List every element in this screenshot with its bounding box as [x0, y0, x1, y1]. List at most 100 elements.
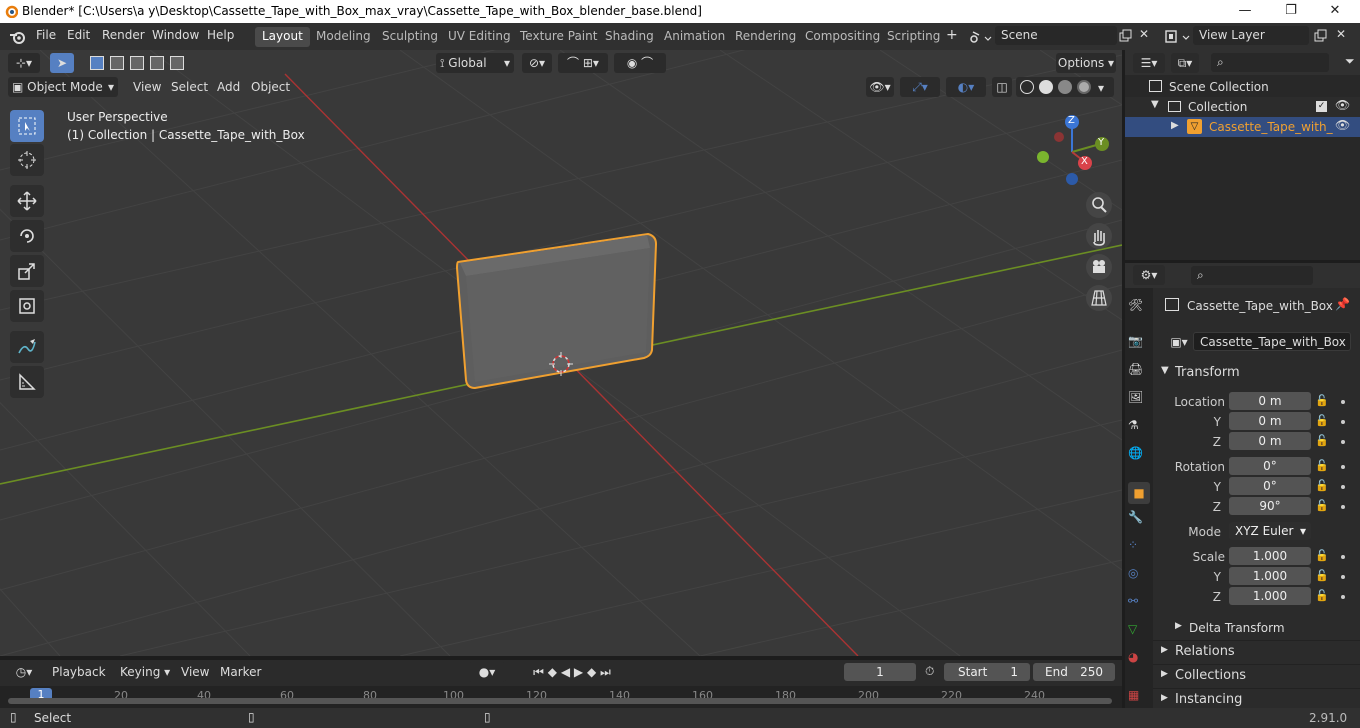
new-view-layer-icon[interactable]: [1313, 29, 1327, 43]
keyframe-dot-icon[interactable]: [1341, 485, 1345, 489]
constraints-tab-icon[interactable]: ⚯: [1128, 594, 1150, 616]
tab-layout[interactable]: Layout: [255, 27, 310, 47]
timeline-ruler[interactable]: 1 20 40 60 80 100 120 140 160 180 200 22…: [0, 686, 1122, 708]
expand-chevron-icon[interactable]: ▶: [1171, 120, 1179, 131]
keyframe-dot-icon[interactable]: [1341, 505, 1345, 509]
viewport-menu-object[interactable]: Object: [251, 80, 290, 94]
viewport-menu-select[interactable]: Select: [171, 80, 208, 94]
rotation-z-field[interactable]: 90°: [1229, 497, 1311, 515]
tab-modeling[interactable]: Modeling: [309, 27, 378, 47]
tab-compositing[interactable]: Compositing: [798, 27, 887, 47]
tab-sculpting[interactable]: Sculpting: [375, 27, 445, 47]
outliner-row-cassette[interactable]: ▶ ▽ Cassette_Tape_with_ 👁: [1125, 117, 1360, 137]
start-frame-field[interactable]: Start 1: [944, 663, 1030, 681]
play-reverse-icon[interactable]: ◀: [561, 665, 570, 679]
3d-viewport[interactable]: ⊹▾ ➤ ⟟ Global ▾ ⊘▾ ⌒ ⊞▾ ◉ ⌒ Options ▾ ▣ O…: [0, 50, 1122, 656]
current-frame-field[interactable]: 1: [844, 663, 916, 681]
overlays-toggle-icon[interactable]: ◐▾: [946, 77, 986, 97]
play-icon[interactable]: ▶: [574, 665, 583, 679]
scale-z-field[interactable]: 1.000: [1229, 587, 1311, 605]
annotate-tool[interactable]: [10, 331, 44, 363]
location-x-field[interactable]: 0 m: [1229, 392, 1311, 410]
timeline-menu-marker[interactable]: Marker: [220, 665, 261, 679]
playback-menu[interactable]: Playback ▾: [46, 662, 112, 699]
relations-panel-header[interactable]: ▶ Relations: [1153, 640, 1360, 662]
xray-toggle-icon[interactable]: ◫: [992, 77, 1012, 97]
modifier-tab-icon[interactable]: 🔧: [1128, 510, 1150, 532]
snap-toggle-icon[interactable]: ⌒ ⊞▾: [558, 53, 608, 73]
select-new-icon[interactable]: [90, 56, 104, 70]
properties-search-input[interactable]: ⌕: [1191, 266, 1313, 285]
end-frame-field[interactable]: End 250: [1033, 663, 1115, 681]
lock-icon[interactable]: 🔓: [1315, 479, 1329, 492]
scale-tool[interactable]: [10, 255, 44, 287]
tab-animation[interactable]: Animation: [657, 27, 732, 47]
menu-help[interactable]: Help: [207, 28, 234, 42]
scale-y-field[interactable]: 1.000: [1229, 567, 1311, 585]
instancing-panel-header[interactable]: ▶ Instancing: [1153, 688, 1360, 708]
location-y-field[interactable]: 0 m: [1229, 412, 1311, 430]
auto-keying-icon[interactable]: ●▾: [468, 662, 506, 682]
solid-shading-icon[interactable]: [1039, 80, 1053, 94]
tab-texture-paint[interactable]: Texture Paint: [513, 27, 604, 47]
menu-file[interactable]: File: [36, 28, 56, 42]
lock-icon[interactable]: 🔓: [1315, 569, 1329, 582]
viewport-menu-add[interactable]: Add: [217, 80, 240, 94]
menu-render[interactable]: Render: [102, 28, 145, 42]
editor-type-button[interactable]: ⊹▾: [8, 53, 40, 73]
rotation-x-field[interactable]: 0°: [1229, 457, 1311, 475]
lock-icon[interactable]: 🔓: [1315, 459, 1329, 472]
location-z-field[interactable]: 0 m: [1229, 432, 1311, 450]
timeline-editor-type-icon[interactable]: ◷▾: [8, 662, 40, 682]
rendered-shading-icon[interactable]: [1077, 80, 1091, 94]
collections-panel-header[interactable]: ▶ Collections: [1153, 664, 1360, 686]
delta-transform-subpanel[interactable]: ▶ Delta Transform: [1153, 619, 1360, 637]
lock-icon[interactable]: 🔓: [1315, 394, 1329, 407]
object-name-field[interactable]: Cassette_Tape_with_Box: [1193, 332, 1351, 351]
pivot-point-icon[interactable]: ⊘▾: [522, 53, 552, 73]
tool-tab-icon[interactable]: 🛠: [1128, 298, 1150, 320]
lock-icon[interactable]: 🔓: [1315, 589, 1329, 602]
camera-view-button[interactable]: [1086, 254, 1112, 280]
view-layer-tab-icon[interactable]: 🖼: [1128, 390, 1150, 412]
transform-orientation-dropdown[interactable]: ⟟ Global ▾: [436, 53, 514, 73]
transform-tool[interactable]: [10, 290, 44, 322]
add-workspace-button[interactable]: +: [946, 27, 958, 43]
filter-icon[interactable]: ⏷: [1345, 54, 1355, 69]
viewport-menu-view[interactable]: View: [133, 80, 161, 94]
blender-menu-icon[interactable]: [9, 29, 27, 45]
outliner-editor-type-icon[interactable]: ☰▾: [1133, 53, 1165, 73]
visibility-eye-icon[interactable]: 👁: [1335, 98, 1350, 112]
timeline-scrollbar[interactable]: [8, 698, 1112, 704]
object-tab-icon[interactable]: ■: [1128, 482, 1150, 504]
gizmo-toggle-icon[interactable]: ⤢▾: [900, 77, 940, 97]
remove-view-layer-icon[interactable]: ✕: [1336, 27, 1346, 41]
wireframe-shading-icon[interactable]: [1020, 80, 1034, 94]
lock-icon[interactable]: 🔓: [1315, 549, 1329, 562]
stopwatch-icon[interactable]: ⏱: [925, 664, 934, 679]
minimize-button[interactable]: —: [1222, 0, 1268, 23]
select-invert-icon[interactable]: [150, 56, 164, 70]
lock-icon[interactable]: 🔓: [1315, 499, 1329, 512]
scene-tab-icon[interactable]: ⚗: [1128, 418, 1150, 440]
object-mode-dropdown[interactable]: ▣ Object Mode ▾: [8, 77, 118, 97]
rotation-mode-dropdown[interactable]: XYZ Euler ▾: [1229, 522, 1311, 540]
outliner-search-input[interactable]: ⌕: [1211, 53, 1329, 72]
keyframe-dot-icon[interactable]: [1341, 400, 1345, 404]
outliner-row-collection[interactable]: ▼ Collection ✓ 👁: [1125, 97, 1360, 117]
move-tool[interactable]: [10, 185, 44, 217]
keyframe-dot-icon[interactable]: [1341, 465, 1345, 469]
outliner-row-scene-collection[interactable]: Scene Collection: [1125, 77, 1360, 97]
transform-panel-header[interactable]: ▼ Transform: [1153, 362, 1360, 384]
rotation-y-field[interactable]: 0°: [1229, 477, 1311, 495]
scene-selector[interactable]: Scene: [995, 26, 1117, 45]
menu-edit[interactable]: Edit: [67, 28, 90, 42]
perspective-toggle-button[interactable]: [1086, 285, 1112, 311]
world-tab-icon[interactable]: 🌐: [1128, 446, 1150, 468]
visibility-icon[interactable]: 👁▾: [866, 77, 894, 97]
next-keyframe-icon[interactable]: ◆: [587, 665, 596, 679]
measure-tool[interactable]: [10, 366, 44, 398]
keyframe-dot-icon[interactable]: [1341, 555, 1345, 559]
jump-end-icon[interactable]: ⏭: [600, 665, 611, 679]
shading-options-chevron-icon[interactable]: ▾: [1098, 78, 1104, 98]
